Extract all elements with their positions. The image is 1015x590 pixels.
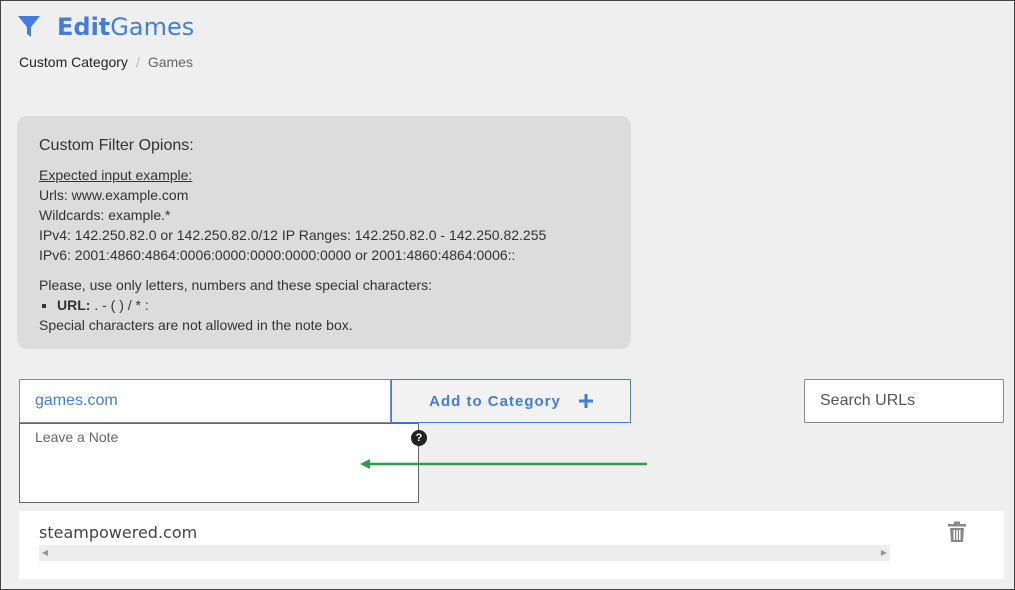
breadcrumb-separator: / — [135, 54, 140, 70]
horizontal-scrollbar[interactable]: ◀ ▶ — [39, 545, 890, 561]
example-ipv6-line: IPv6: 2001:4860:4864:0006:0000:0000:0000… — [39, 247, 516, 263]
filter-options-info: Custom Filter Opions: Expected input exa… — [17, 116, 631, 349]
plus-icon — [578, 390, 593, 412]
allowed-chars-list: URL: . - ( ) / * : — [57, 295, 609, 315]
scroll-left-icon[interactable]: ◀ — [39, 545, 51, 561]
search-urls-input[interactable]: Search URLs — [804, 379, 1004, 423]
example-ipv4-line: IPv4: 142.250.82.0 or 142.250.82.0/12 IP… — [39, 227, 547, 243]
breadcrumb-games: Games — [147, 54, 193, 70]
breadcrumb-custom-category[interactable]: Custom Category — [19, 54, 128, 70]
example-label: Expected input example: — [39, 167, 193, 183]
question-icon[interactable]: ? — [411, 430, 427, 446]
page-header: EditGames — [17, 13, 194, 41]
page-title: EditGames — [57, 13, 194, 41]
allowed-chars-intro: Please, use only letters, numbers and th… — [39, 277, 432, 293]
filter-icon — [17, 14, 41, 40]
page-title-rest: Games — [110, 13, 195, 41]
page-title-bold: Edit — [57, 13, 111, 41]
add-to-category-label: Add to Category — [429, 392, 561, 410]
url-chars-label: URL: — [57, 297, 91, 313]
add-to-category-button[interactable]: Add to Category — [391, 379, 631, 423]
allowed-chars-url: URL: . - ( ) / * : — [57, 295, 609, 315]
url-list: steampowered.com ◀ ▶ — [19, 511, 1004, 579]
url-chars-value: . - ( ) / * : — [90, 297, 149, 313]
info-heading: Custom Filter Opions: — [39, 137, 194, 154]
example-url-line: Urls: www.example.com — [39, 187, 189, 203]
breadcrumb: Custom Category / Games — [19, 54, 193, 70]
annotation-arrow — [360, 459, 647, 469]
url-input[interactable]: games.com — [19, 379, 391, 423]
trash-icon[interactable] — [947, 521, 967, 548]
example-wildcard-line: Wildcards: example.* — [39, 207, 171, 223]
scroll-right-icon[interactable]: ▶ — [878, 545, 890, 561]
note-rule: Special characters are not allowed in th… — [39, 317, 353, 333]
url-list-item: steampowered.com — [39, 523, 198, 542]
